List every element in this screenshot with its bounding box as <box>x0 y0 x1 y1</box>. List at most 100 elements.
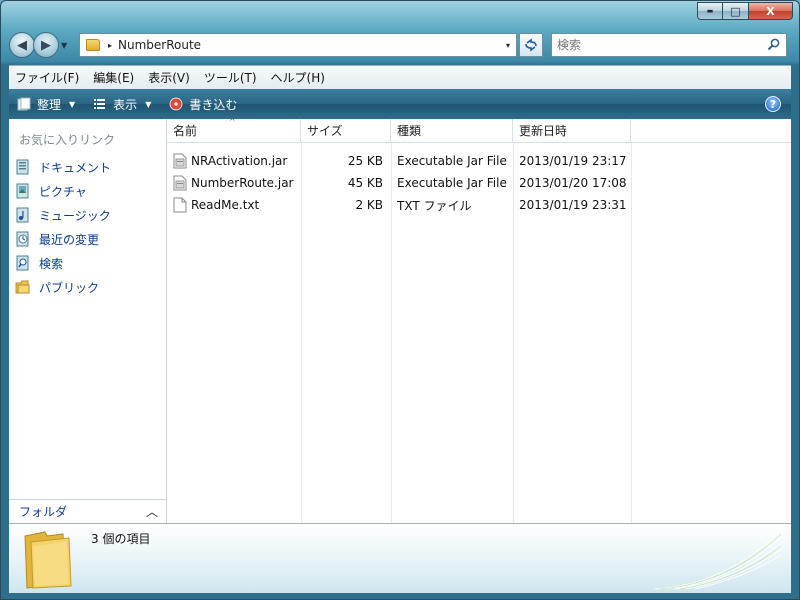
text-file-icon <box>173 197 187 213</box>
search-box[interactable] <box>551 33 787 57</box>
search-input[interactable] <box>557 38 757 52</box>
organize-icon <box>17 97 31 111</box>
jar-file-icon <box>173 175 187 191</box>
explorer-window: ▬ □ X ◀ ▶ ▼ ▸ NumberRoute ▾ ファイル(F) 編集(E… <box>0 0 800 600</box>
column-header-modified-label: 更新日時 <box>519 124 568 138</box>
burn-disc-icon <box>169 97 183 111</box>
sidebar-item-public[interactable]: パブリック <box>9 275 166 299</box>
command-bar: 整理 ▼ 表示 ▼ 書き込む ? <box>9 89 791 119</box>
burn-label: 書き込む <box>189 97 238 112</box>
chevron-up-icon: ︿ <box>145 505 158 519</box>
views-button[interactable]: 表示 ▼ <box>93 96 151 113</box>
table-row[interactable]: ReadMe.txt 2 KB TXT ファイル 2013/01/19 23:3… <box>167 194 791 216</box>
column-header-type-label: 種類 <box>397 124 422 138</box>
chevron-down-icon: ▼ <box>69 99 76 109</box>
close-button[interactable]: X <box>749 2 793 20</box>
organize-label: 整理 <box>37 97 62 112</box>
table-row[interactable]: NRActivation.jar 25 KB Executable Jar Fi… <box>167 150 791 172</box>
address-bar[interactable]: ▸ NumberRoute ▾ <box>79 33 517 57</box>
navigation-row: ◀ ▶ ▼ ▸ NumberRoute ▾ <box>9 31 791 59</box>
refresh-icon <box>525 38 537 52</box>
column-header-size[interactable]: サイズ <box>301 119 391 142</box>
sidebar-item-label: 最近の変更 <box>39 232 100 247</box>
refresh-button[interactable] <box>519 33 543 57</box>
table-row[interactable]: NumberRoute.jar 45 KB Executable Jar Fil… <box>167 172 791 194</box>
explorer-body: お気に入りリンク ドキュメント ピクチャ ミュージック 最近の変更 検索 パブリ… <box>9 117 791 523</box>
column-header-size-label: サイズ <box>307 124 343 138</box>
file-name-cell[interactable]: NumberRoute.jar <box>167 172 301 194</box>
minimize-button[interactable]: ▬ <box>697 2 723 20</box>
file-name-cell[interactable]: ReadMe.txt <box>167 194 301 216</box>
file-name-cell[interactable]: NRActivation.jar <box>167 150 301 172</box>
menu-view[interactable]: 表示(V) <box>148 69 190 86</box>
chevron-down-icon: ▼ <box>145 99 152 109</box>
jar-file-icon <box>173 153 187 169</box>
menu-help[interactable]: ヘルプ(H) <box>271 69 325 86</box>
details-pane: 3 個の項目 <box>9 523 791 593</box>
minimize-icon: ▬ <box>706 7 714 15</box>
music-icon <box>16 207 29 223</box>
decorative-swoosh <box>655 530 782 590</box>
menu-edit[interactable]: 編集(E) <box>93 69 134 86</box>
sidebar-item-label: ドキュメント <box>39 160 112 175</box>
breadcrumb-separator-icon[interactable]: ▸ <box>108 41 112 50</box>
folders-label: フォルダ <box>19 505 68 519</box>
sidebar-item-searches[interactable]: 検索 <box>9 251 166 275</box>
file-type: Executable Jar File <box>397 154 507 168</box>
recent-pages-dropdown[interactable]: ▼ <box>61 41 73 50</box>
file-size: 2 KB <box>355 198 383 212</box>
file-name: ReadMe.txt <box>191 198 260 212</box>
close-icon: X <box>766 4 775 18</box>
burn-button[interactable]: 書き込む <box>169 96 237 113</box>
menu-tools[interactable]: ツール(T) <box>204 69 257 86</box>
back-button[interactable]: ◀ <box>9 32 35 58</box>
sidebar-item-music[interactable]: ミュージック <box>9 203 166 227</box>
pictures-icon <box>16 183 29 199</box>
organize-button[interactable]: 整理 ▼ <box>17 96 75 113</box>
large-folder-icon <box>24 531 72 589</box>
views-label: 表示 <box>113 97 138 112</box>
file-size: 25 KB <box>347 154 383 168</box>
help-button[interactable]: ? <box>765 96 781 112</box>
back-arrow-icon: ◀ <box>17 37 27 53</box>
help-icon: ? <box>769 97 777 111</box>
menu-bar: ファイル(F) 編集(E) 表示(V) ツール(T) ヘルプ(H) <box>9 65 791 89</box>
sidebar-item-documents[interactable]: ドキュメント <box>9 155 166 179</box>
sidebar-item-label: ミュージック <box>39 208 111 223</box>
file-list: ^ 名前 サイズ 種類 更新日時 NRActivation.jar 25 KB … <box>167 117 791 523</box>
caption-buttons: ▬ □ X <box>697 2 793 20</box>
recent-changes-icon <box>16 231 29 247</box>
searches-icon <box>16 255 29 271</box>
favorite-links-heading: お気に入りリンク <box>19 133 116 147</box>
column-header-modified[interactable]: 更新日時 <box>513 119 631 142</box>
file-name: NumberRoute.jar <box>191 176 294 190</box>
column-header-name-label: 名前 <box>173 124 198 138</box>
maximize-button[interactable]: □ <box>723 2 749 20</box>
navigation-pane: お気に入りリンク ドキュメント ピクチャ ミュージック 最近の変更 検索 パブリ… <box>9 119 167 523</box>
forward-arrow-icon: ▶ <box>41 37 51 53</box>
menu-file[interactable]: ファイル(F) <box>15 69 79 86</box>
address-dropdown-icon[interactable]: ▾ <box>506 41 510 50</box>
file-size: 45 KB <box>347 176 383 190</box>
column-header-type[interactable]: 種類 <box>391 119 513 142</box>
documents-icon <box>16 159 29 175</box>
sidebar-item-label: ピクチャ <box>39 184 87 199</box>
folders-toggle[interactable]: フォルダ ︿ <box>9 499 166 523</box>
file-name: NRActivation.jar <box>191 154 288 168</box>
file-type: TXT ファイル <box>397 198 472 213</box>
views-icon <box>94 99 106 109</box>
breadcrumb-current-folder[interactable]: NumberRoute <box>118 38 201 52</box>
folder-icon <box>86 39 100 51</box>
sidebar-item-recent-changes[interactable]: 最近の変更 <box>9 227 166 251</box>
file-modified: 2013/01/19 23:31 <box>519 198 627 212</box>
column-header-row: ^ 名前 サイズ 種類 更新日時 <box>167 117 791 143</box>
item-count: 3 個の項目 <box>91 532 151 546</box>
public-folder-icon <box>15 280 30 294</box>
file-type: Executable Jar File <box>397 176 507 190</box>
search-icon[interactable] <box>767 38 780 51</box>
sidebar-item-label: 検索 <box>39 256 64 271</box>
forward-button[interactable]: ▶ <box>33 32 59 58</box>
file-modified: 2013/01/19 23:17 <box>519 154 627 168</box>
file-modified: 2013/01/20 17:08 <box>519 176 627 190</box>
sidebar-item-pictures[interactable]: ピクチャ <box>9 179 166 203</box>
